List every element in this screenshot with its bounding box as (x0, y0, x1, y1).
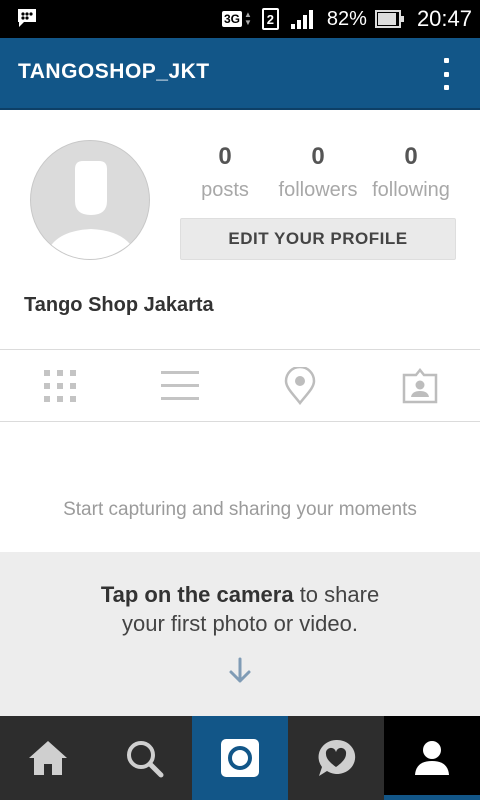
grid-icon (44, 369, 76, 402)
followers-label: followers (278, 179, 358, 201)
camera-icon (221, 739, 259, 777)
following-stat[interactable]: 0 following (366, 142, 456, 204)
default-avatar-icon (45, 161, 137, 259)
following-count: 0 (404, 143, 418, 170)
battery-icon (374, 10, 404, 28)
nav-activity[interactable] (288, 716, 384, 800)
location-pin-icon (284, 366, 316, 405)
hint-bold-text: Tap on the camera (100, 582, 294, 607)
nav-home[interactable] (0, 716, 96, 800)
arrow-down-icon (229, 657, 251, 683)
followers-stat[interactable]: 0 followers (272, 142, 364, 204)
hint-text-line1: to share (293, 582, 380, 607)
profile-icon (415, 741, 449, 775)
battery-level-fill (377, 13, 396, 25)
sim-slot-indicator: 2 (261, 8, 279, 30)
display-name: Tango Shop Jakarta (24, 294, 214, 316)
app-header: TANGOSHOP_JKT (0, 38, 480, 110)
followers-count: 0 (311, 143, 325, 170)
following-label: following (372, 179, 450, 201)
edit-profile-button[interactable]: EDIT YOUR PROFILE (180, 218, 456, 260)
battery-percent: 82% (326, 7, 367, 30)
list-icon (161, 370, 199, 400)
status-bar: 3G ▲ ▼ 2 82% 20:47 (0, 0, 480, 38)
signal-strength-icon (290, 9, 313, 29)
nav-explore[interactable] (96, 716, 192, 800)
tab-map-view[interactable] (240, 350, 360, 421)
tagged-photo-icon (402, 367, 438, 403)
overflow-menu-icon[interactable] (442, 58, 450, 90)
first-post-hint: Tap on the camera to share your first ph… (0, 552, 480, 716)
heart-bubble-icon (318, 739, 356, 776)
status-time: 20:47 (416, 6, 472, 31)
avatar[interactable] (30, 140, 150, 260)
data-activity-icon: ▲ ▼ (243, 10, 252, 27)
home-icon (29, 741, 67, 775)
network-type-badge: 3G (221, 11, 242, 27)
hint-text: Tap on the camera to share your first ph… (40, 580, 440, 638)
bbm-chat-icon (16, 8, 38, 28)
tab-tagged-view[interactable] (360, 350, 480, 421)
posts-label: posts (201, 179, 249, 201)
tab-grid-view[interactable] (0, 350, 120, 421)
posts-stat[interactable]: 0 posts (180, 142, 270, 204)
empty-state-message: Start capturing and sharing your moments (63, 499, 417, 520)
nav-camera[interactable] (192, 716, 288, 800)
search-icon (127, 741, 164, 778)
bottom-navigation (0, 716, 480, 800)
page-title: TANGOSHOP_JKT (18, 60, 210, 83)
nav-profile[interactable] (384, 716, 480, 800)
profile-stats: 0 posts 0 followers 0 following (180, 142, 456, 208)
posts-count: 0 (218, 143, 232, 170)
profile-view-tabs (0, 349, 480, 422)
tab-list-view[interactable] (120, 350, 240, 421)
hint-text-line2: your first photo or video. (121, 611, 358, 636)
